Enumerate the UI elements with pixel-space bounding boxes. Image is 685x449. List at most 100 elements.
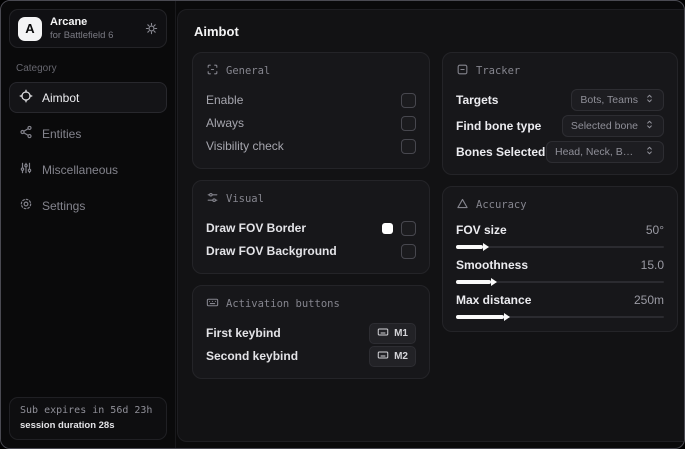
sidebar: A Arcane for Battlefield 6 Category Aimb… [1, 1, 176, 448]
slider-fill[interactable] [456, 313, 510, 321]
sidebar-item-settings[interactable]: Settings [9, 190, 167, 221]
setting-label: Second keybind [206, 349, 299, 363]
setting-row-draw-fov-background: Draw FOV Background [206, 240, 416, 262]
entities-icon [19, 125, 33, 142]
slider-fill[interactable] [456, 278, 498, 286]
setting-label: Visibility check [206, 139, 284, 153]
select-value: Bots, Teams [580, 94, 638, 106]
session-duration: session duration 28s [20, 420, 115, 431]
chevrons-up-down-icon [644, 119, 655, 133]
app-window: A Arcane for Battlefield 6 Category Aimb… [0, 0, 685, 449]
main-area: Aimbot General Enable Always Visibility … [176, 1, 684, 448]
crosshair-icon [19, 89, 33, 106]
sidebar-item-label: Entities [42, 126, 82, 141]
setting-row-find-bone-type: Find bone type Selected bone [456, 115, 664, 137]
card-title: General [226, 65, 271, 77]
keyboard-icon [206, 296, 219, 312]
visual-card: Visual Draw FOV Border Draw FOV Backgrou… [192, 180, 430, 274]
setting-row-draw-fov-border: Draw FOV Border [206, 217, 416, 239]
card-title: Visual [226, 193, 264, 205]
visibility-check-checkbox[interactable] [401, 138, 416, 154]
activation-buttons-card: Activation buttons First keybind M1 Seco… [192, 285, 430, 379]
sidebar-item-label: Aimbot [42, 90, 80, 105]
visual-card-header: Visual [206, 191, 416, 207]
scan-icon [206, 63, 219, 79]
targets-select[interactable]: Bots, Teams [571, 89, 664, 111]
sidebar-item-aimbot[interactable]: Aimbot [9, 82, 167, 113]
page-title: Aimbot [194, 24, 239, 39]
second-keybind-button[interactable]: M2 [369, 345, 416, 367]
category-label: Category [16, 63, 57, 74]
activation-card-header: Activation buttons [206, 296, 416, 312]
bones-selected-select[interactable]: Head, Neck, Body, Pe.. [546, 141, 664, 163]
gear-icon[interactable] [145, 22, 158, 35]
slider-fill[interactable] [456, 243, 490, 251]
chevrons-up-down-icon [644, 145, 655, 159]
chevrons-up-down-icon [644, 93, 655, 107]
max-distance-setting: Max distance 250m [456, 293, 664, 321]
setting-label: First keybind [206, 326, 281, 340]
setting-row-second-keybind: Second keybind M2 [206, 345, 416, 367]
subscription-expiry: Sub expires in 56d 23h [20, 405, 153, 416]
sliders-horizontal-icon [206, 191, 219, 207]
slider-label: FOV size [456, 223, 507, 237]
setting-label: Draw FOV Border [206, 221, 307, 235]
tracker-card: Tracker Targets Bots, Teams Find bone ty… [442, 52, 678, 175]
general-card-header: General [206, 63, 416, 79]
fov-border-color-swatch[interactable] [382, 222, 393, 234]
sidebar-item-entities[interactable]: Entities [9, 118, 167, 149]
app-name: Arcane [50, 16, 88, 28]
card-title: Accuracy [476, 199, 527, 211]
always-checkbox[interactable] [401, 115, 416, 131]
setting-row-enable: Enable [206, 89, 416, 111]
sidebar-nav: Aimbot Entities Miscellaneous Settings [9, 82, 167, 221]
keyboard-icon [377, 326, 389, 341]
card-title: Tracker [476, 65, 521, 77]
gear-icon [19, 197, 33, 214]
enable-checkbox[interactable] [401, 92, 416, 108]
app-subtitle: for Battlefield 6 [50, 30, 114, 41]
find-bone-type-select[interactable]: Selected bone [561, 115, 664, 137]
subscription-box: Sub expires in 56d 23h session duration … [9, 397, 167, 440]
app-logo: A [18, 16, 42, 41]
slider-value: 15.0 [640, 258, 664, 272]
sidebar-item-miscellaneous[interactable]: Miscellaneous [9, 154, 167, 185]
setting-row-visibility-check: Visibility check [206, 135, 416, 157]
max-distance-slider[interactable] [456, 313, 664, 321]
box-minus-icon [456, 63, 469, 79]
setting-row-bones-selected: Bones Selected Head, Neck, Body, Pe.. [456, 141, 664, 163]
right-column: Tracker Targets Bots, Teams Find bone ty… [442, 52, 678, 332]
fov-size-slider[interactable] [456, 243, 664, 251]
slider-value: 50° [645, 223, 664, 237]
setting-label: Targets [456, 93, 499, 107]
setting-label: Always [206, 116, 245, 130]
sliders-icon [19, 161, 33, 178]
setting-label: Bones Selected [456, 145, 546, 159]
setting-row-targets: Targets Bots, Teams [456, 89, 664, 111]
sidebar-item-label: Miscellaneous [42, 162, 119, 177]
draw-fov-border-checkbox[interactable] [401, 220, 416, 236]
first-keybind-button[interactable]: M1 [369, 322, 416, 344]
general-card: General Enable Always Visibility check [192, 52, 430, 169]
select-value: Head, Neck, Body, Pe.. [555, 146, 638, 158]
smoothness-slider[interactable] [456, 278, 664, 286]
draw-fov-background-checkbox[interactable] [401, 243, 416, 259]
sidebar-item-label: Settings [42, 198, 86, 213]
setting-label: Enable [206, 93, 244, 107]
slider-label: Smoothness [456, 258, 529, 272]
setting-label: Draw FOV Background [206, 244, 337, 258]
left-column: General Enable Always Visibility check V… [192, 52, 430, 379]
tracker-card-header: Tracker [456, 63, 664, 79]
smoothness-setting: Smoothness 15.0 [456, 258, 664, 286]
setting-row-first-keybind: First keybind M1 [206, 322, 416, 344]
setting-row-always: Always [206, 112, 416, 134]
accuracy-card-header: Accuracy [456, 197, 664, 213]
main-panel: Aimbot General Enable Always Visibility … [177, 9, 684, 442]
card-title: Activation buttons [226, 298, 340, 310]
slider-value: 250m [633, 293, 664, 307]
accuracy-card: Accuracy FOV size 50° Smoothness 15.0 Ma… [442, 186, 678, 332]
setting-label: Find bone type [456, 119, 542, 133]
fov-size-setting: FOV size 50° [456, 223, 664, 251]
keybind-value: M2 [394, 350, 408, 362]
triangle-icon [456, 197, 469, 213]
